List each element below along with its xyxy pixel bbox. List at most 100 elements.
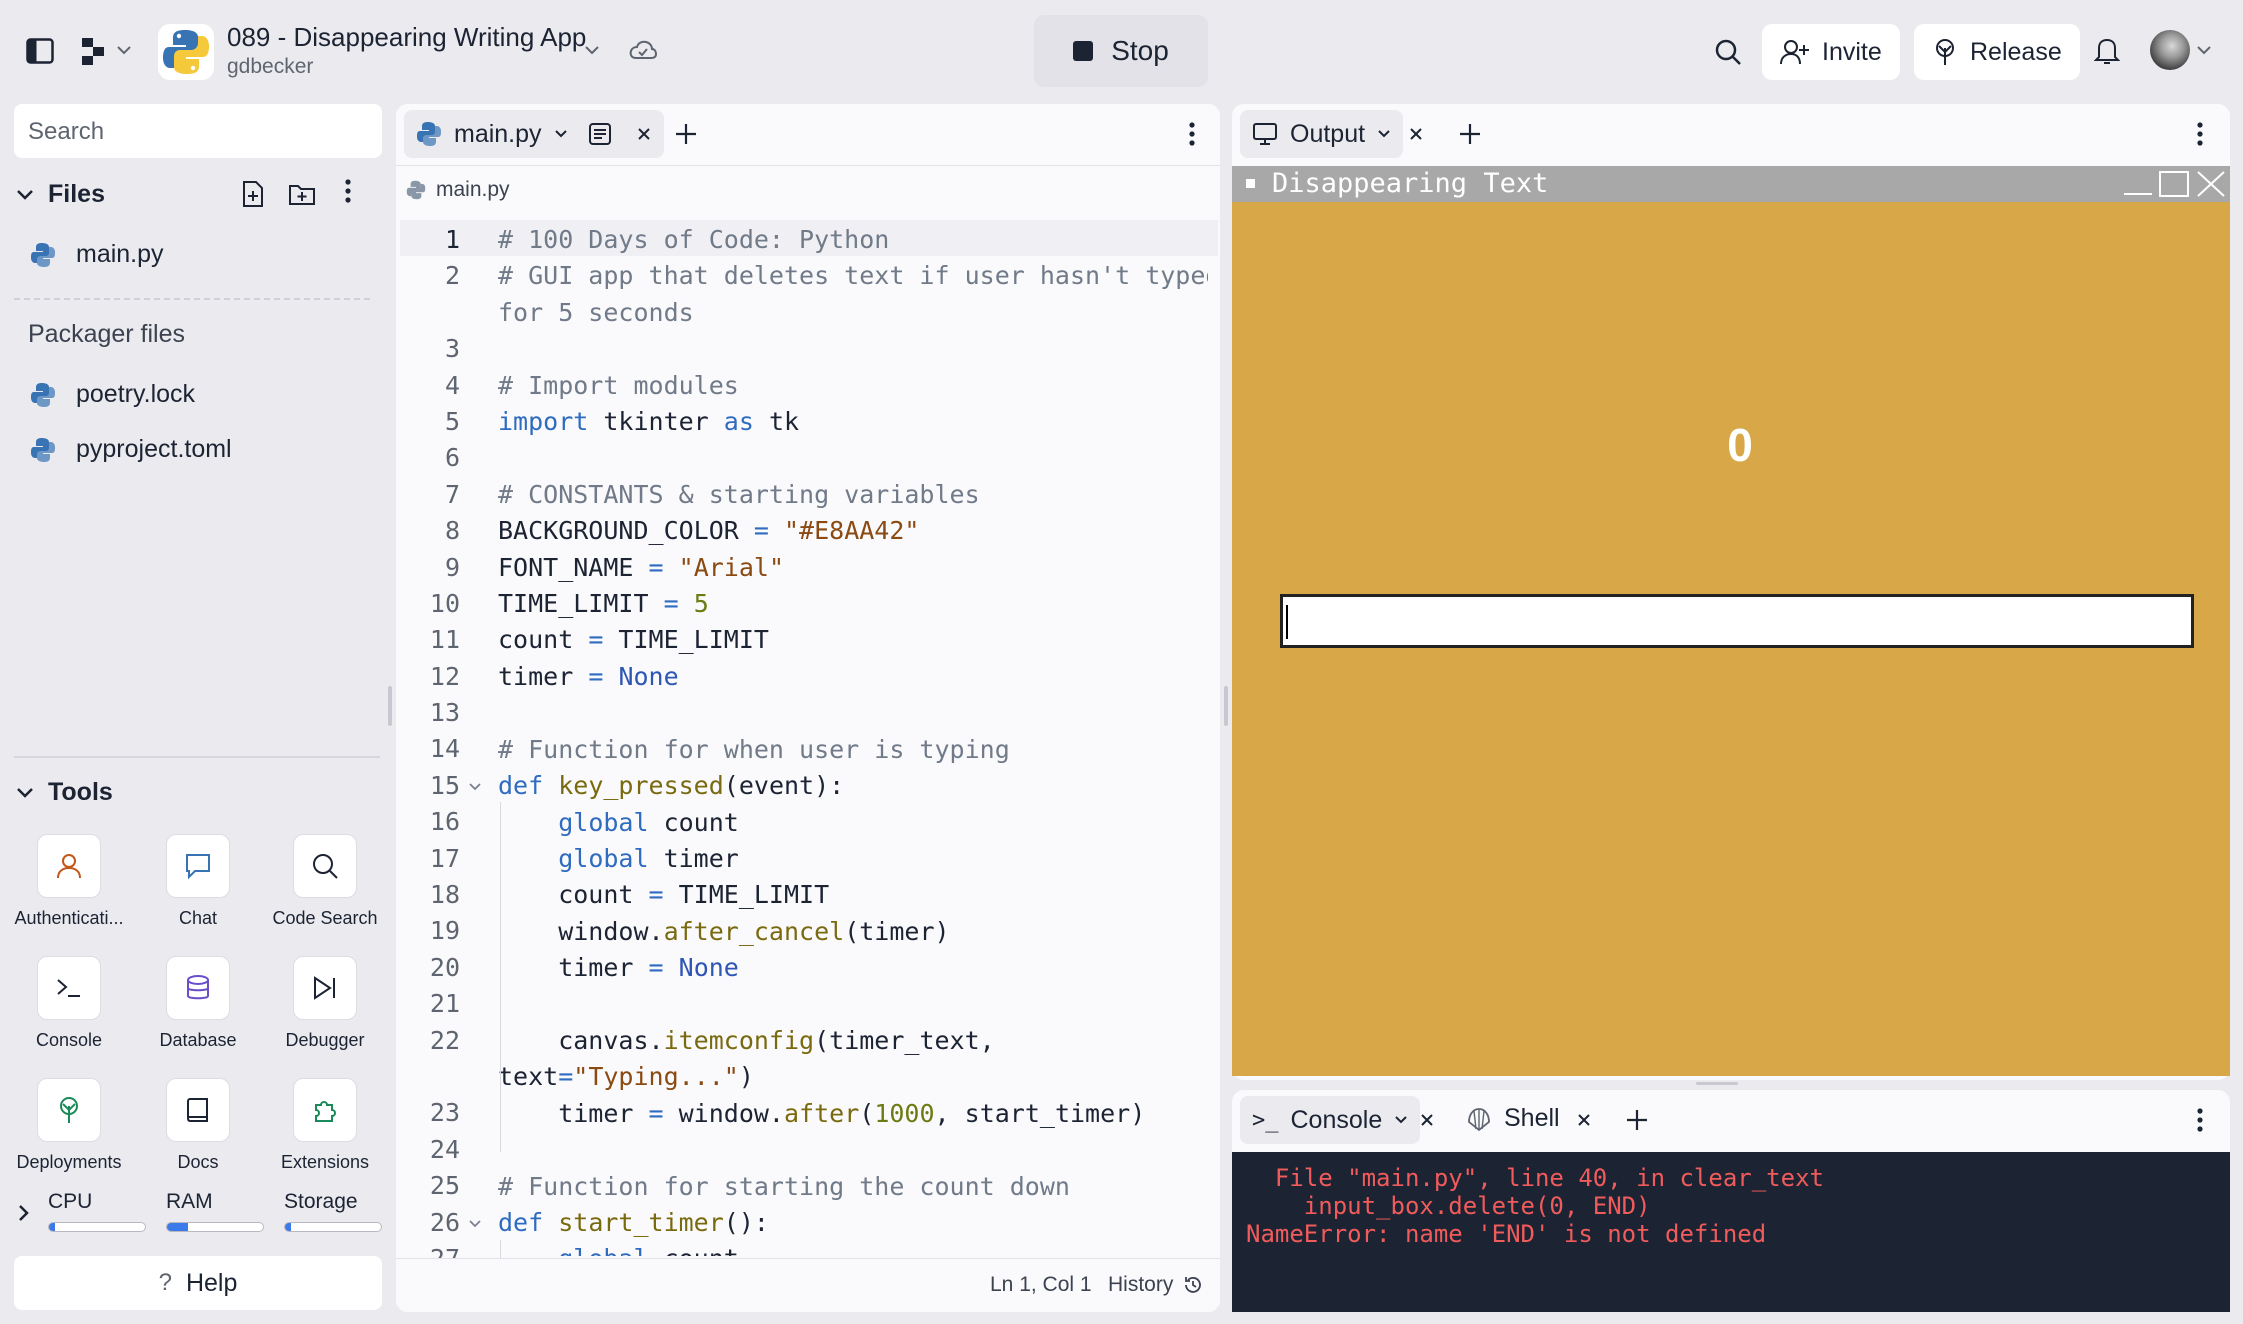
- release-label: Release: [1970, 37, 2062, 66]
- close-icon[interactable]: [1419, 1112, 1435, 1128]
- app-text-input[interactable]: [1280, 594, 2194, 648]
- resource-bar: [48, 1222, 146, 1232]
- line-number: 21: [429, 989, 460, 1019]
- tool-deployments[interactable]: Deployments: [9, 1078, 129, 1173]
- search-icon: [293, 834, 357, 898]
- close-icon[interactable]: [2196, 170, 2226, 198]
- outline-icon[interactable]: [588, 122, 612, 146]
- tab-shell[interactable]: Shell: [1466, 1104, 1560, 1133]
- invite-button[interactable]: Invite: [1762, 24, 1900, 80]
- tools-section-header[interactable]: Tools: [16, 778, 113, 807]
- countdown-value: 0: [1727, 419, 1753, 471]
- sidebar-resize-handle[interactable]: [388, 686, 392, 726]
- help-label: Help: [185, 1268, 238, 1297]
- project-owner[interactable]: gdbecker: [227, 55, 313, 79]
- line-number: 4: [444, 370, 460, 400]
- resource-label: CPU: [48, 1190, 93, 1213]
- cursor-position[interactable]: Ln 1, Col 1: [990, 1273, 1092, 1297]
- replit-logo-icon[interactable]: [82, 38, 106, 66]
- tab-main-py[interactable]: main.py: [404, 110, 664, 158]
- resource-cpu[interactable]: CPU: [48, 1190, 146, 1232]
- avatar[interactable]: [2150, 30, 2190, 70]
- chevron-down-icon[interactable]: [116, 44, 132, 56]
- fold-chevron-icon[interactable]: [468, 1219, 482, 1229]
- new-folder-icon[interactable]: [288, 182, 316, 206]
- resource-ram[interactable]: RAM: [166, 1190, 264, 1232]
- tool-code-search[interactable]: Code Search: [265, 834, 385, 929]
- release-button[interactable]: Release: [1914, 24, 2080, 80]
- file-item-main-py[interactable]: main.py: [30, 240, 164, 269]
- add-tab-icon[interactable]: [674, 122, 698, 146]
- chevron-down-icon: [554, 130, 567, 138]
- files-menu-icon[interactable]: [344, 178, 352, 204]
- chevron-down-icon: [1395, 1116, 1407, 1124]
- panel-resize-handle[interactable]: [1696, 1082, 1738, 1085]
- tool-label: Code Search: [272, 908, 378, 928]
- file-item-pyproject-toml[interactable]: pyproject.toml: [30, 435, 232, 464]
- tool-console[interactable]: Console: [9, 956, 129, 1051]
- stop-button[interactable]: Stop: [1034, 15, 1208, 87]
- new-file-icon[interactable]: [240, 180, 266, 208]
- console-output[interactable]: File "main.py", line 40, in clear_text i…: [1232, 1152, 2230, 1312]
- chevron-down-icon: [17, 189, 33, 200]
- line-number: 18: [429, 880, 460, 910]
- python-file-icon: [417, 122, 441, 146]
- search-input[interactable]: Search: [14, 104, 382, 158]
- fold-chevron-icon[interactable]: [468, 782, 482, 792]
- close-icon[interactable]: [1576, 1112, 1592, 1128]
- help-button[interactable]: ? Help: [14, 1256, 382, 1310]
- add-tab-icon[interactable]: [1458, 122, 1482, 146]
- terminal-icon: >_: [1252, 1107, 1279, 1133]
- line-number: 10: [429, 588, 460, 618]
- python-file-icon: [406, 180, 426, 200]
- tool-docs[interactable]: Docs: [138, 1078, 258, 1173]
- tool-extensions[interactable]: Extensions: [265, 1078, 385, 1173]
- breadcrumb[interactable]: main.py: [406, 178, 510, 202]
- app-window-title: Disappearing Text: [1272, 168, 1549, 199]
- console-line: File "main.py", line 40, in clear_text: [1246, 1164, 1824, 1192]
- search-icon[interactable]: [1714, 38, 1742, 66]
- minimize-icon[interactable]: [2122, 170, 2154, 198]
- line-number: 16: [429, 807, 460, 837]
- code-editor[interactable]: # 100 Days of Code: Python # GUI app tha…: [498, 222, 1208, 1256]
- history-label: History: [1108, 1273, 1174, 1296]
- cloud-sync-icon[interactable]: [628, 38, 658, 62]
- close-icon[interactable]: [1408, 126, 1424, 142]
- chevron-down-icon[interactable]: [2196, 44, 2212, 56]
- files-section-header[interactable]: Files: [16, 180, 105, 209]
- tool-chat[interactable]: Chat: [138, 834, 258, 929]
- add-tab-icon[interactable]: [1625, 1108, 1649, 1132]
- tab-label: main.py: [454, 119, 542, 148]
- close-icon[interactable]: [636, 126, 652, 142]
- tool-authentication[interactable]: Authenticati...: [9, 834, 129, 929]
- project-title[interactable]: 089 - Disappearing Writing App: [227, 22, 586, 53]
- line-number: 26: [429, 1207, 460, 1237]
- file-item-poetry-lock[interactable]: poetry.lock: [30, 380, 195, 409]
- tool-label: Database: [159, 1030, 237, 1050]
- monitor-icon: [1253, 123, 1277, 145]
- top-bar: 089 - Disappearing Writing App gdbecker …: [0, 0, 2243, 102]
- chevron-right-icon[interactable]: [18, 1204, 30, 1222]
- line-number: 2: [444, 261, 460, 291]
- output-menu-icon[interactable]: [2196, 121, 2204, 147]
- app-window-icon: [1246, 179, 1255, 188]
- puzzle-icon: [293, 1078, 357, 1142]
- console-menu-icon[interactable]: [2196, 1107, 2204, 1133]
- tools-heading: Tools: [48, 778, 113, 806]
- sidebar-toggle-icon[interactable]: [26, 38, 54, 64]
- editor-menu-icon[interactable]: [1188, 121, 1196, 147]
- history-button[interactable]: History: [1108, 1273, 1203, 1297]
- tool-label: Deployments: [16, 1152, 122, 1172]
- maximize-icon[interactable]: [2158, 170, 2190, 198]
- tool-debugger[interactable]: Debugger: [265, 956, 385, 1051]
- tab-output[interactable]: Output: [1240, 110, 1404, 158]
- shell-icon: [1468, 1107, 1490, 1131]
- console-line: input_box.delete(0, END): [1246, 1192, 1651, 1220]
- tool-database[interactable]: Database: [138, 956, 258, 1051]
- resource-storage[interactable]: Storage: [284, 1190, 382, 1232]
- tab-console[interactable]: >_ Console: [1240, 1096, 1421, 1144]
- chevron-down-icon[interactable]: [584, 44, 600, 56]
- panel-resize-handle[interactable]: [1224, 686, 1228, 726]
- bell-icon[interactable]: [2094, 36, 2120, 66]
- python-logo-icon[interactable]: [158, 24, 214, 80]
